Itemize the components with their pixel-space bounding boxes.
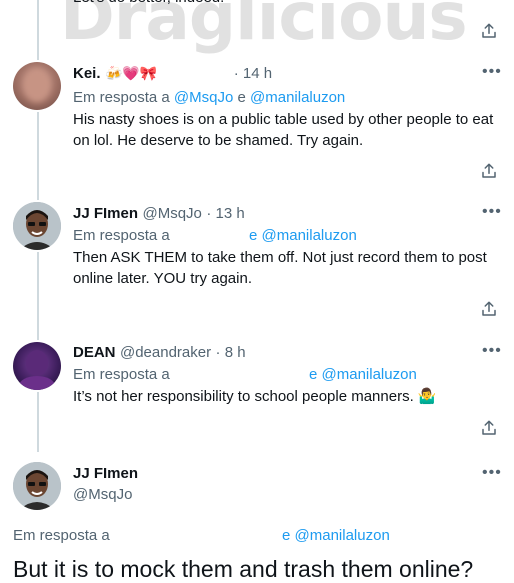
- avatar[interactable]: [13, 62, 61, 110]
- mention-link[interactable]: e @manilaluzon: [309, 366, 417, 383]
- user-handle[interactable]: @MsqJo: [142, 205, 201, 222]
- thread-line: [37, 392, 39, 452]
- share-icon[interactable]: [480, 300, 498, 318]
- mention-link[interactable]: e @manilaluzon: [282, 527, 390, 544]
- reply-context: Em resposta a: [73, 366, 170, 383]
- thread-line: [37, 252, 39, 340]
- share-icon[interactable]: [480, 162, 498, 180]
- thread-line: [37, 112, 39, 200]
- tweet-time[interactable]: · 8 h: [216, 344, 246, 361]
- user-name[interactable]: JJ FImen: [73, 205, 138, 222]
- tweet-time[interactable]: · 14 h: [234, 65, 272, 82]
- user-name[interactable]: DEAN: [73, 344, 116, 361]
- reply-context: Em resposta a @MsqJo e @manilaluzon: [73, 89, 346, 106]
- tweet-text: It’s not her responsibility to school pe…: [73, 388, 437, 405]
- user-name[interactable]: Kei.: [73, 65, 101, 82]
- reply-context: Em resposta a: [13, 527, 110, 544]
- more-options-icon[interactable]: •••: [482, 342, 502, 360]
- user-handle[interactable]: @MsqJo: [73, 486, 132, 503]
- main-tweet-text: But it is to mock them and trash them on…: [13, 556, 474, 582]
- user-name[interactable]: JJ FImen: [73, 465, 138, 482]
- tweet-text: His nasty shoes is on a public table use…: [73, 111, 494, 149]
- emoji-decoration: 🍻💗🎀: [104, 65, 158, 81]
- share-icon[interactable]: [480, 419, 498, 437]
- mention-link[interactable]: @manilaluzon: [250, 89, 345, 106]
- previous-tweet-text: Let's do better, indeed.: [73, 0, 224, 8]
- share-icon[interactable]: [480, 22, 498, 40]
- more-options-icon[interactable]: •••: [482, 63, 502, 81]
- user-handle[interactable]: @deandraker: [120, 344, 211, 361]
- avatar[interactable]: [13, 342, 61, 390]
- watermark-logo: Draglicious: [60, 0, 468, 55]
- avatar[interactable]: [13, 202, 61, 250]
- emoji-decoration: 🤷‍♂️: [417, 388, 437, 405]
- avatar[interactable]: [13, 462, 61, 510]
- tweet-time[interactable]: · 13 h: [206, 205, 244, 222]
- thread-line: [37, 0, 39, 60]
- more-options-icon[interactable]: •••: [482, 203, 502, 221]
- reply-context: Em resposta a: [73, 227, 170, 244]
- more-options-icon[interactable]: •••: [482, 464, 502, 482]
- mention-link[interactable]: @MsqJo: [174, 89, 233, 106]
- mention-link[interactable]: e @manilaluzon: [249, 227, 357, 244]
- tweet-text: Then ASK THEM to take them off. Not just…: [73, 249, 487, 287]
